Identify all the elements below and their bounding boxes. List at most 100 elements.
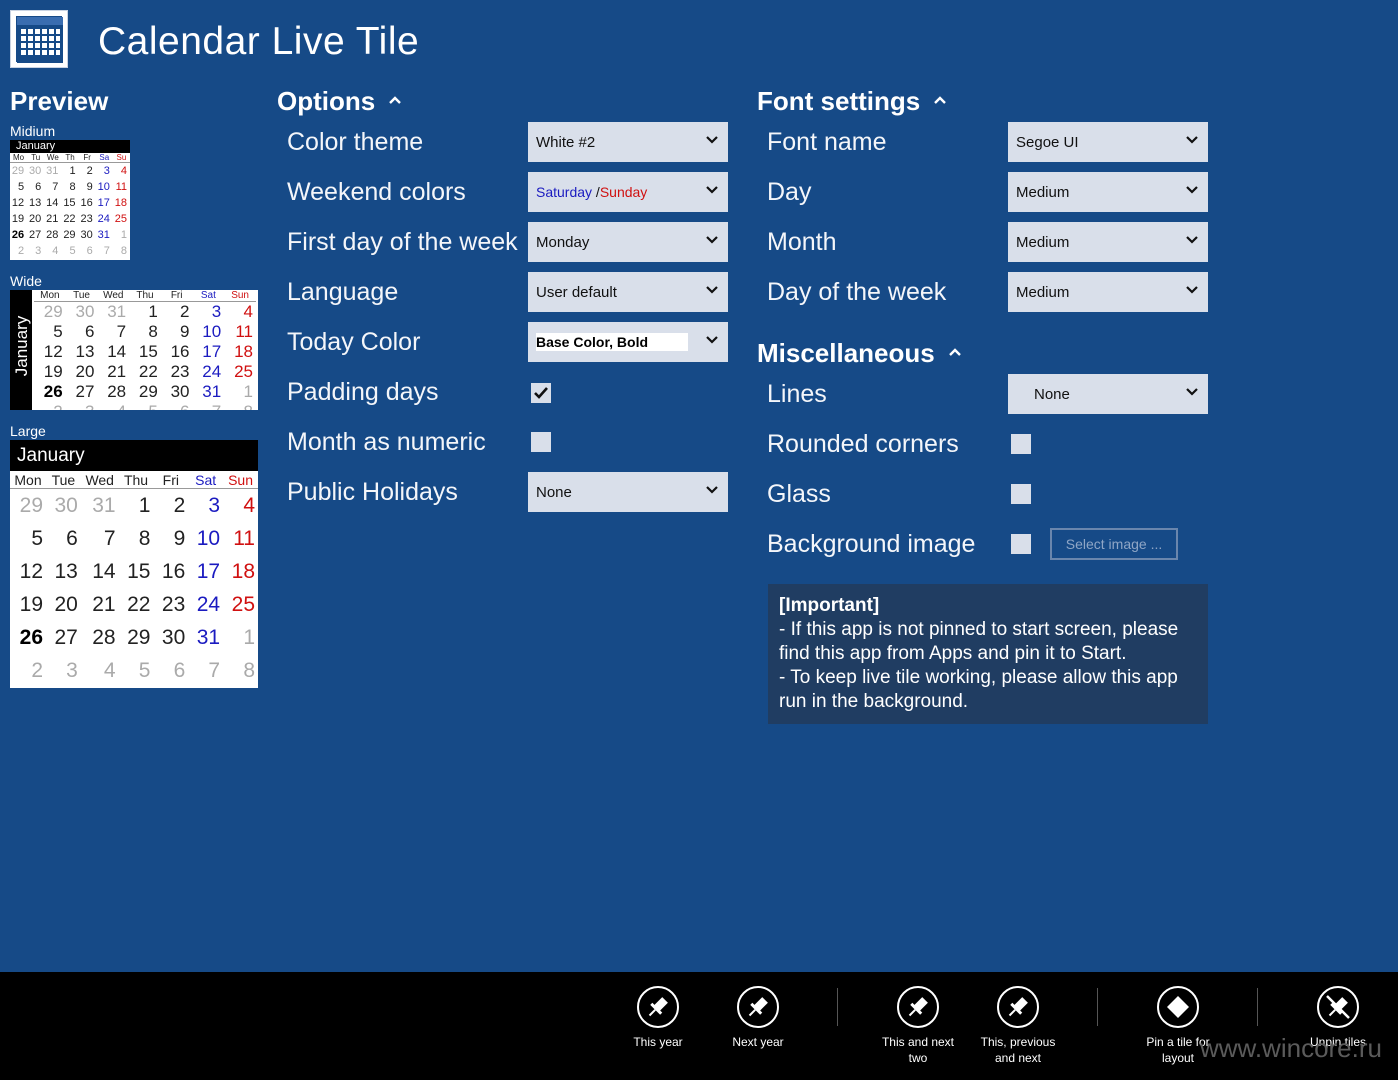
day-cell: 11 [235, 322, 253, 341]
wide-tile-month: January [12, 315, 31, 377]
day-cell: 3 [66, 658, 78, 682]
public-holidays-dropdown[interactable]: None [528, 472, 728, 512]
unpin-icon [1317, 986, 1359, 1028]
day-cell: 29 [63, 229, 76, 241]
font-settings-section-header[interactable]: Font settings [757, 86, 947, 117]
today-color-value: Base Color, Bold [536, 333, 689, 351]
month-size-value: Medium [1016, 233, 1070, 251]
day-cell: 31 [92, 493, 116, 517]
weekday-label: We [44, 153, 62, 163]
day-cell: 25 [231, 592, 255, 616]
day-cell: 4 [97, 402, 129, 410]
month-size-label: Month [767, 228, 837, 256]
day-cell: 12 [43, 342, 63, 361]
wide-tile-grid: Mon Tue Wed Thu Fri Sat Sun 29 30 31 1 2 3 4 5 6 7 8 9 10 11… [34, 290, 256, 410]
first-day-label: First day of the week [287, 228, 518, 256]
day-cell: 5 [18, 181, 25, 193]
pin-this-year-button[interactable]: This year [608, 986, 708, 1050]
glass-checkbox[interactable] [1011, 484, 1031, 504]
pin-next-year-label: Next year [732, 1035, 784, 1049]
color-theme-dropdown[interactable]: White #2 [528, 122, 728, 162]
background-image-checkbox[interactable] [1011, 534, 1031, 554]
day-of-week-size-value: Medium [1016, 283, 1070, 301]
week-row: 29 30 31 1 2 3 4 [10, 489, 258, 523]
day-cell: 2 [173, 493, 186, 517]
day-cell: 1 [148, 302, 158, 321]
appbar-separator [1257, 988, 1258, 1026]
day-of-week-size-dropdown[interactable]: Medium [1008, 272, 1208, 312]
wide-tile-label: Wide [10, 273, 42, 289]
day-cell: 31 [196, 625, 221, 649]
day-cell: 31 [107, 302, 127, 321]
day-cell: 24 [97, 213, 110, 225]
collapse-chevron-icon[interactable] [389, 91, 402, 109]
lines-dropdown[interactable]: None [1008, 374, 1208, 414]
day-cell: 17 [202, 342, 222, 361]
chevron-down-icon [706, 336, 718, 344]
weekday-label: Th [61, 153, 79, 163]
weekday-label: Sa [95, 153, 113, 163]
day-cell: 18 [114, 197, 127, 209]
day-cell: 14 [92, 559, 116, 583]
day-cell: 28 [107, 382, 127, 401]
pin-this-and-next-two-button[interactable]: This and next two [868, 986, 968, 1066]
weekday-label: Su [112, 153, 130, 163]
language-dropdown[interactable]: User default [528, 272, 728, 312]
weekday-label: Tu [27, 153, 45, 163]
week-row: 26 27 28 29 30 31 1 [34, 382, 256, 402]
day-cell: 15 [138, 342, 158, 361]
chevron-down-icon [706, 236, 718, 244]
weekend-colors-dropdown[interactable]: Saturday / Sunday [528, 172, 728, 212]
large-tile-preview: January Mon Tue Wed Thu Fri Sat Sun 29 30 31 1 2 3 4 5… [10, 440, 258, 688]
weekday-label: Thu [118, 471, 154, 489]
day-size-dropdown[interactable]: Medium [1008, 172, 1208, 212]
weekday-label: Sun [224, 290, 256, 302]
week-row: 19 20 21 22 23 24 25 [34, 362, 256, 382]
day-cell: 9 [173, 526, 186, 550]
day-of-week-size-label: Day of the week [767, 278, 947, 306]
pin-next-year-button[interactable]: Next year [708, 986, 808, 1050]
day-cell: 6 [173, 658, 186, 682]
week-row: 12 13 14 15 16 17 18 [34, 342, 256, 362]
day-cell: 22 [127, 592, 151, 616]
weekday-label: Sun [223, 471, 258, 489]
weekday-label: Wed [97, 290, 130, 302]
first-day-dropdown[interactable]: Monday [528, 222, 728, 262]
language-value: User default [536, 283, 617, 301]
day-cell: 4 [120, 165, 127, 177]
appbar-separator [837, 988, 838, 1026]
pin-this-previous-next-button[interactable]: This, previous and next [968, 986, 1068, 1066]
day-cell: 26 [43, 382, 63, 401]
day-cell: 7 [52, 181, 59, 193]
font-name-dropdown[interactable]: Segoe UI [1008, 122, 1208, 162]
chevron-down-icon [1186, 186, 1198, 194]
options-section-header[interactable]: Options [277, 86, 402, 117]
day-cell: 3 [35, 245, 42, 257]
watermark-text: www.wincore.ru [1199, 1033, 1382, 1063]
options-heading: Options [277, 86, 376, 116]
misc-section-header[interactable]: Miscellaneous [757, 338, 961, 369]
day-cell: 14 [107, 342, 127, 361]
day-cell: 1 [69, 165, 76, 177]
day-cell: 8 [243, 658, 255, 682]
important-line-2: - To keep live tile working, please allo… [779, 667, 1178, 712]
day-cell: 26 [19, 625, 43, 649]
collapse-chevron-icon[interactable] [934, 91, 947, 109]
rounded-corners-checkbox[interactable] [1011, 434, 1031, 454]
medium-tile-grid: Mo Tu We Th Fr Sa Su 29 30 31 1 2 3 4 5 6 7 8 9 10 11 12 13 14 1… [10, 153, 130, 259]
padding-days-checkbox[interactable] [531, 383, 551, 403]
collapse-chevron-icon[interactable] [948, 343, 961, 361]
day-cell: 19 [43, 362, 63, 381]
month-size-dropdown[interactable]: Medium [1008, 222, 1208, 262]
day-cell: 2 [18, 245, 25, 257]
padding-days-label: Padding days [287, 378, 439, 406]
today-color-dropdown[interactable]: Base Color, Bold [528, 322, 728, 362]
select-image-button[interactable]: Select image ... [1050, 528, 1178, 560]
day-cell: 10 [202, 322, 222, 341]
first-day-value: Monday [536, 233, 590, 251]
day-cell: 5 [138, 658, 151, 682]
app-title: Calendar Live Tile [98, 20, 420, 63]
pin-icon [997, 986, 1039, 1028]
chevron-down-icon [706, 286, 718, 294]
month-numeric-checkbox[interactable] [531, 432, 551, 452]
